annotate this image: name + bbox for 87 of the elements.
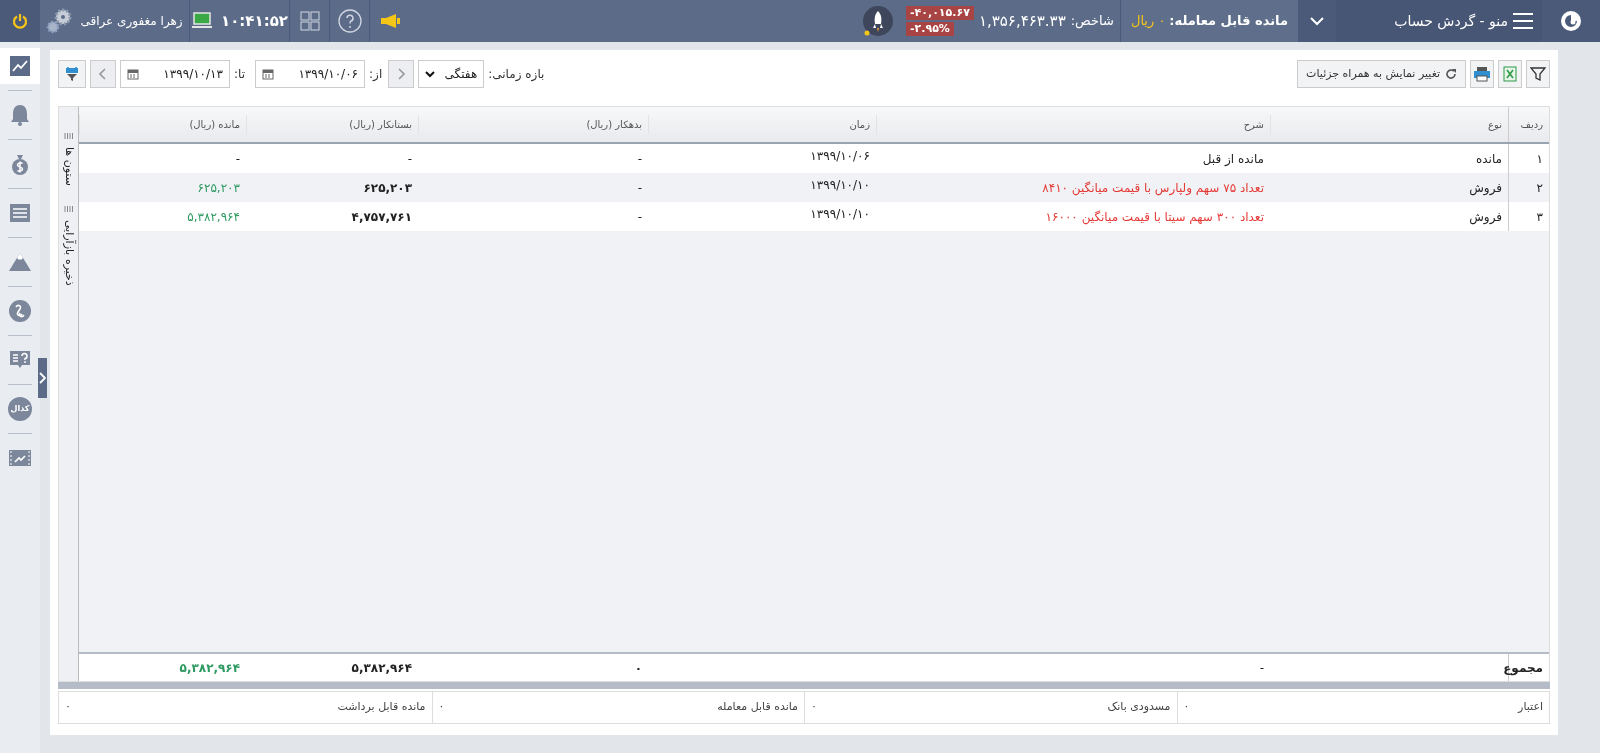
dropdown-button[interactable]: [1298, 0, 1336, 42]
column-header[interactable]: زمان: [648, 115, 876, 134]
sidebar-item[interactable]: [0, 48, 40, 84]
trade-balance-value: ۰ ریال: [1130, 12, 1166, 31]
filter-icon: [1530, 66, 1546, 82]
index-value: ۱,۳۵۶,۴۶۳.۳۳: [978, 10, 1066, 32]
calendar-button[interactable]: [58, 60, 86, 88]
spreadsheet-icon: [1503, 66, 1517, 82]
printer-icon: [1473, 66, 1491, 82]
menu-button[interactable]: منو - گردش حساب: [1336, 0, 1542, 42]
table-cell-text: ۶۲۵,۲۰۳: [362, 179, 413, 197]
date-field[interactable]: ۱۳۹۹/۱۰/۱۳: [120, 60, 230, 88]
grid-icon: [299, 11, 320, 31]
help-icon: [337, 9, 362, 33]
summary-value: ۰: [65, 699, 71, 716]
table-cell: ۳: [1508, 202, 1549, 231]
sidebar-item[interactable]: کدال: [0, 391, 40, 427]
calendar-icon: [262, 68, 275, 80]
calendar-filter-icon: [64, 66, 80, 82]
logo-icon[interactable]: [1559, 9, 1583, 33]
table-cell-text: تعداد ۳۰۰ سهم سیتا با قیمت میانگین ۱۶۰۰۰: [1044, 208, 1265, 227]
rocket-icon[interactable]: [862, 5, 894, 37]
table-cell-text: -: [234, 150, 241, 168]
menu-icon: [1512, 12, 1534, 30]
list-icon: [8, 201, 32, 225]
total-cell-text: -: [1258, 659, 1265, 677]
side-tab[interactable]: ستون ها: [60, 147, 77, 186]
table-cell-text: تعداد ۷۵ سهم ولپارس با قیمت میانگین ۸۴۱۰: [1041, 179, 1265, 198]
clock-time: ۱۰:۴۱:۵۲: [221, 10, 288, 32]
calendar-icon: [127, 68, 139, 80]
period-label: بازه زمانی:: [488, 66, 545, 83]
chevron-right-icon: [39, 372, 46, 384]
table-cell-text: مانده از قبل: [1201, 150, 1265, 168]
side-tab[interactable]: ذخیره بازآرایی: [60, 219, 77, 286]
table-cell-text: فروش: [1468, 208, 1503, 227]
table-cell-text: ۶۲۵,۲۰۳: [196, 179, 241, 197]
grip-icon: [63, 205, 74, 212]
total-cell-text: ۵,۳۸۲,۹۶۴: [178, 659, 241, 677]
to-label: تا:: [234, 66, 246, 83]
summary-value: ۰: [1183, 699, 1190, 716]
table-cell-text: ۱۳۹۹/۱۰/۱۰: [809, 177, 871, 194]
period-select[interactable]: هفتگی: [418, 60, 485, 88]
index-percent-badge: -۲.۹۵%: [906, 22, 954, 36]
power-icon: [12, 13, 28, 29]
table-cell-text: -: [636, 150, 643, 168]
total-cell-text: ۵,۳۸۲,۹۶۴: [350, 659, 413, 677]
grip-icon: [63, 133, 74, 139]
table-cell-text: فروش: [1468, 179, 1503, 198]
table-cell-text: -: [636, 208, 643, 226]
detail-view-button[interactable]: تغییر نمایش به همراه جزئیات: [1297, 60, 1466, 88]
chevron-right-icon: [397, 68, 406, 80]
table-cell-text: -: [636, 179, 643, 197]
trade-balance-label: مانده قابل معامله:: [1169, 12, 1288, 31]
chart-icon: [8, 54, 32, 78]
date-field[interactable]: ۱۳۹۹/۱۰/۰۶: [255, 60, 366, 88]
column-header[interactable]: ردیف: [1508, 107, 1549, 142]
table-cell-text: ۱۳۹۹/۱۰/۰۶: [809, 148, 871, 165]
bell-icon: [8, 103, 32, 127]
summary-label: مانده قابل برداشت: [337, 699, 426, 716]
monitor-icon: [191, 12, 214, 30]
chevron-left-icon: [99, 68, 107, 80]
sidebar-toggle[interactable]: [38, 358, 47, 398]
from-label: از:: [369, 66, 383, 83]
table-cell-text: -: [406, 150, 413, 168]
index-change-badge: -۴۰,۰۱۵.۶۷: [906, 6, 974, 20]
summary-value: ۰: [811, 699, 817, 716]
table-cell-text: ۵,۳۸۲,۹۶۴: [186, 208, 241, 226]
column-header[interactable]: بستانکار (ریال): [246, 115, 418, 134]
total-cell-text: ۰: [633, 659, 643, 677]
filter-button[interactable]: [1526, 60, 1550, 88]
column-header[interactable]: نوع: [1270, 115, 1508, 134]
summary-label: مانده قابل معامله: [717, 699, 798, 716]
chevron-down-icon: [425, 70, 436, 78]
column-header[interactable]: شرح: [876, 115, 1270, 134]
print-button[interactable]: [1470, 60, 1494, 88]
table-cell-text: ۴,۷۵۷,۷۶۱: [350, 208, 413, 226]
megaphone-icon: [379, 13, 401, 29]
power-button[interactable]: [0, 0, 40, 42]
table-cell-text: مانده: [1475, 150, 1503, 168]
refresh-icon: [1445, 68, 1457, 80]
summary-value: ۰: [438, 699, 445, 716]
summary-label: مسدودی بانک: [1107, 699, 1171, 716]
chevron-down-icon: [1310, 16, 1324, 26]
summary-label: اعتبار: [1518, 699, 1543, 716]
column-header[interactable]: بدهکار (ریال): [418, 115, 648, 134]
index-label: شاخص:: [1070, 12, 1114, 31]
table-cell-text: ۱۳۹۹/۱۰/۱۰: [809, 206, 871, 223]
